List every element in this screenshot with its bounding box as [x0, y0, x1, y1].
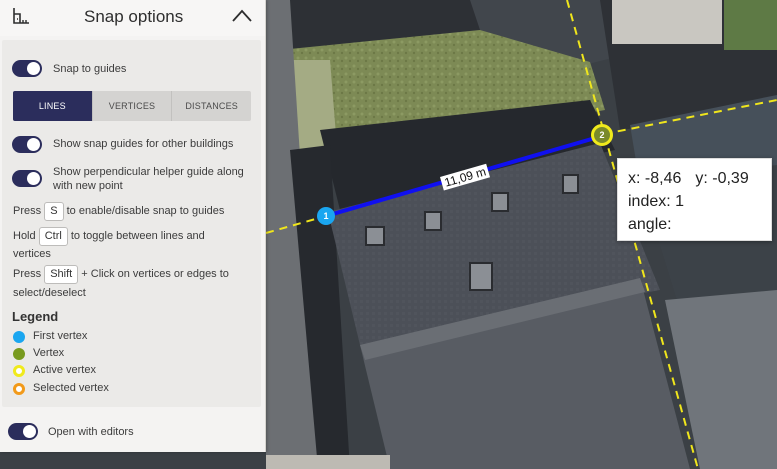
selected-vertex-ring-icon	[13, 383, 25, 395]
shortcut-shift-row: Press Shift + Click on vertices or edges…	[13, 265, 229, 284]
snap-mode-tabs: LINES VERTICES DISTANCES	[13, 91, 251, 121]
active-vertex-ring-icon	[13, 365, 25, 377]
shortcut-s-post: to enable/disable snap to guides	[66, 205, 225, 217]
tooltip-angle: angle:	[628, 216, 672, 233]
shortcut-shift-post: + Click on vertices or edges to	[81, 268, 229, 280]
show-perpendicular-label: Show perpendicular helper guide along wi…	[53, 166, 244, 192]
tab-distances[interactable]: DISTANCES	[171, 91, 251, 121]
vertex-2-label: 2	[599, 130, 605, 140]
first-vertex[interactable]: 1	[317, 207, 335, 225]
legend-title: Legend	[12, 309, 59, 324]
panel-body: Snap to guides LINES VERTICES DISTANCES …	[2, 40, 261, 407]
shortcut-s-pre: Press	[13, 205, 42, 217]
first-vertex-dot-icon	[13, 331, 25, 343]
shortcut-shift-pre: Press	[13, 268, 42, 280]
shortcut-ctrl-line2: vertices	[13, 248, 51, 260]
legend-first-vertex-label: First vertex	[33, 330, 88, 342]
ruler-square-icon	[13, 8, 29, 24]
vertex-1-label: 1	[323, 211, 329, 221]
shortcut-s-row: Press S to enable/disable snap to guides	[13, 202, 224, 221]
panel-header: Snap options	[0, 0, 265, 36]
show-guides-other-label: Show snap guides for other buildings	[53, 138, 234, 150]
shortcut-ctrl-row: Hold Ctrl to toggle between lines and	[13, 227, 205, 246]
tab-vertices[interactable]: VERTICES	[91, 91, 172, 121]
key-ctrl: Ctrl	[38, 227, 68, 246]
show-guides-other-toggle[interactable]	[12, 136, 42, 153]
tooltip-y: y: -0,39	[695, 170, 749, 187]
shortcut-ctrl-post: to toggle between lines and	[70, 230, 205, 242]
tooltip-x: x: -8,46	[628, 170, 682, 187]
shortcut-shift-line2: select/deselect	[13, 287, 86, 299]
legend-active-vertex-label: Active vertex	[33, 364, 96, 376]
panel-title: Snap options	[84, 7, 184, 26]
shortcut-ctrl-pre: Hold	[13, 230, 36, 242]
tooltip-index: index: 1	[628, 193, 685, 210]
snap-options-panel: Snap options Snap to guides LINES VERTIC…	[0, 0, 266, 452]
chevron-up-icon[interactable]	[231, 7, 253, 25]
open-with-editors-toggle[interactable]	[8, 423, 38, 440]
legend-vertex-label: Vertex	[33, 347, 65, 359]
open-with-editors-label: Open with editors	[48, 426, 134, 438]
key-s: S	[44, 202, 64, 221]
snap-to-guides-label: Snap to guides	[53, 63, 127, 75]
show-perpendicular-toggle[interactable]	[12, 170, 42, 187]
vertex-dot-icon	[13, 348, 25, 360]
tab-lines[interactable]: LINES	[13, 91, 92, 121]
active-vertex[interactable]: 2	[591, 124, 613, 146]
snap-to-guides-toggle[interactable]	[12, 60, 42, 77]
key-shift: Shift	[44, 265, 79, 284]
legend-selected-vertex-label: Selected vertex	[33, 382, 109, 394]
coordinate-tooltip: x: -8,46 y: -0,39 index: 1 angle:	[617, 158, 772, 241]
